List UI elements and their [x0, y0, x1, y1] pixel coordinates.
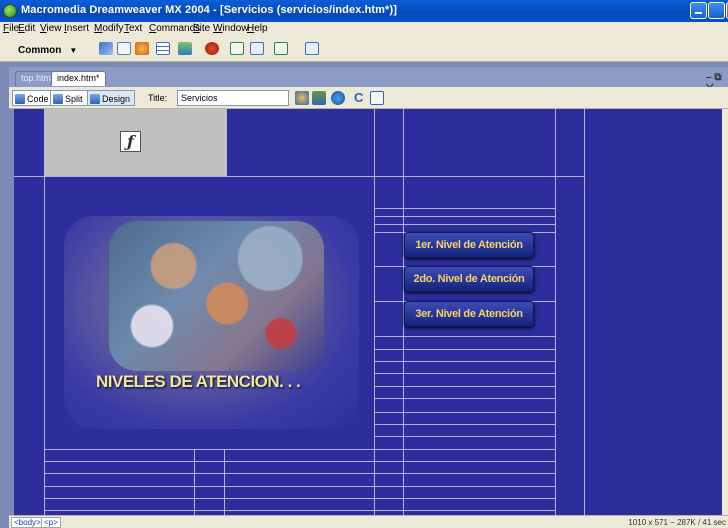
- table-border: [555, 109, 556, 515]
- hyperlink-icon[interactable]: [99, 42, 113, 55]
- table-border: [44, 473, 555, 474]
- menu-modify[interactable]: Modify: [94, 23, 123, 34]
- templates-icon[interactable]: [274, 42, 288, 55]
- table-border: [44, 449, 555, 450]
- table-border: [44, 486, 555, 487]
- tag-selector-body[interactable]: <body>: [11, 517, 44, 528]
- insert-toolbar: Common ▼: [0, 36, 728, 62]
- menu-insert[interactable]: Insert: [64, 23, 89, 34]
- table-border: [374, 336, 555, 337]
- table-border: [374, 424, 555, 425]
- named-anchor-icon[interactable]: [135, 42, 149, 55]
- dreamweaver-app-icon[interactable]: [3, 4, 17, 18]
- document-window: top.htm index.htm* – ⧉ ✕ Code Split Desi…: [0, 62, 728, 528]
- table-border: [374, 349, 555, 350]
- table-border: [374, 386, 555, 387]
- table-border: [44, 510, 555, 511]
- table-border: [14, 176, 584, 177]
- date-icon[interactable]: [230, 42, 244, 55]
- tag-chooser-icon[interactable]: [305, 42, 319, 55]
- document-toolbar: Code Split Design Title: Servicios C: [9, 87, 728, 109]
- document-size-info: 1010 x 571 − 287K / 41 sec: [628, 518, 726, 527]
- window-title: Macromedia Dreamweaver MX 2004 - [Servic…: [21, 4, 397, 16]
- chevron-down-icon: ▼: [69, 46, 78, 55]
- menu-file[interactable]: File: [3, 23, 19, 34]
- table-icon[interactable]: [156, 42, 170, 55]
- view-options-icon[interactable]: [370, 91, 384, 105]
- media-icon[interactable]: [205, 42, 219, 55]
- menu-edit[interactable]: Edit: [18, 23, 35, 34]
- file-management-icon[interactable]: [295, 91, 309, 105]
- table-border: [584, 109, 585, 515]
- nivel-1-button[interactable]: 1er. Nivel de Atención: [404, 232, 534, 258]
- table-border: [374, 109, 375, 515]
- tab-index-htm[interactable]: index.htm*: [51, 71, 106, 86]
- flash-icon: ƒ: [120, 131, 141, 152]
- banner-title: NIVELES DE ATENCION. . .: [96, 372, 301, 391]
- table-border: [44, 461, 555, 462]
- table-border: [374, 208, 555, 209]
- status-bar: <body> <p> 1010 x 571 − 287K / 41 sec: [9, 515, 728, 528]
- nivel-3-button[interactable]: 3er. Nivel de Atención: [404, 301, 534, 327]
- maximize-button[interactable]: [708, 2, 725, 19]
- menu-help[interactable]: Help: [247, 23, 268, 34]
- title-label: Title:: [148, 93, 168, 103]
- medical-photo-collage: [109, 221, 324, 371]
- vertical-scrollbar[interactable]: [722, 109, 728, 515]
- nivel-2-button[interactable]: 2do. Nivel de Atención: [404, 266, 534, 292]
- insert-category-label: Common: [18, 45, 62, 56]
- refresh-icon[interactable]: C: [354, 91, 368, 105]
- design-canvas[interactable]: ƒ NIVELES DE ATENCION. . . 1er. Nivel de…: [14, 109, 726, 515]
- table-border: [374, 216, 555, 217]
- page-title-field[interactable]: Servicios: [177, 90, 289, 106]
- email-link-icon[interactable]: [117, 42, 131, 55]
- tag-selector-p[interactable]: <p>: [41, 517, 61, 528]
- menu-site[interactable]: Site: [193, 23, 210, 34]
- split-view-icon: [53, 93, 63, 104]
- code-view-icon: [15, 93, 25, 104]
- table-border: [44, 498, 555, 499]
- table-border: [374, 398, 555, 399]
- comment-icon[interactable]: [250, 42, 264, 55]
- design-view-button[interactable]: Design: [87, 90, 136, 106]
- preview-in-browser-icon[interactable]: [331, 91, 345, 105]
- insert-category-dropdown[interactable]: Common ▼: [18, 45, 77, 56]
- image-icon[interactable]: [178, 42, 192, 55]
- menu-view[interactable]: View: [40, 23, 62, 34]
- menu-bar: File Edit View Insert Modify Text Comman…: [0, 22, 728, 36]
- browser-check-icon[interactable]: [312, 91, 326, 105]
- table-border: [194, 449, 195, 515]
- minimize-button[interactable]: [690, 2, 707, 19]
- table-border: [374, 361, 555, 362]
- menu-text[interactable]: Text: [124, 23, 142, 34]
- table-border: [374, 412, 555, 413]
- design-view-icon: [90, 93, 100, 104]
- menu-window[interactable]: Window: [213, 23, 249, 34]
- table-border: [374, 436, 555, 437]
- table-border: [224, 449, 225, 515]
- split-view-button[interactable]: Split: [50, 90, 88, 106]
- table-border: [374, 373, 555, 374]
- table-border: [374, 224, 555, 225]
- flash-placeholder[interactable]: ƒ: [44, 109, 227, 176]
- title-bar: Macromedia Dreamweaver MX 2004 - [Servic…: [0, 0, 728, 22]
- code-view-button[interactable]: Code: [12, 90, 54, 106]
- document-tab-strip: top.htm index.htm* – ⧉ ✕: [9, 67, 728, 94]
